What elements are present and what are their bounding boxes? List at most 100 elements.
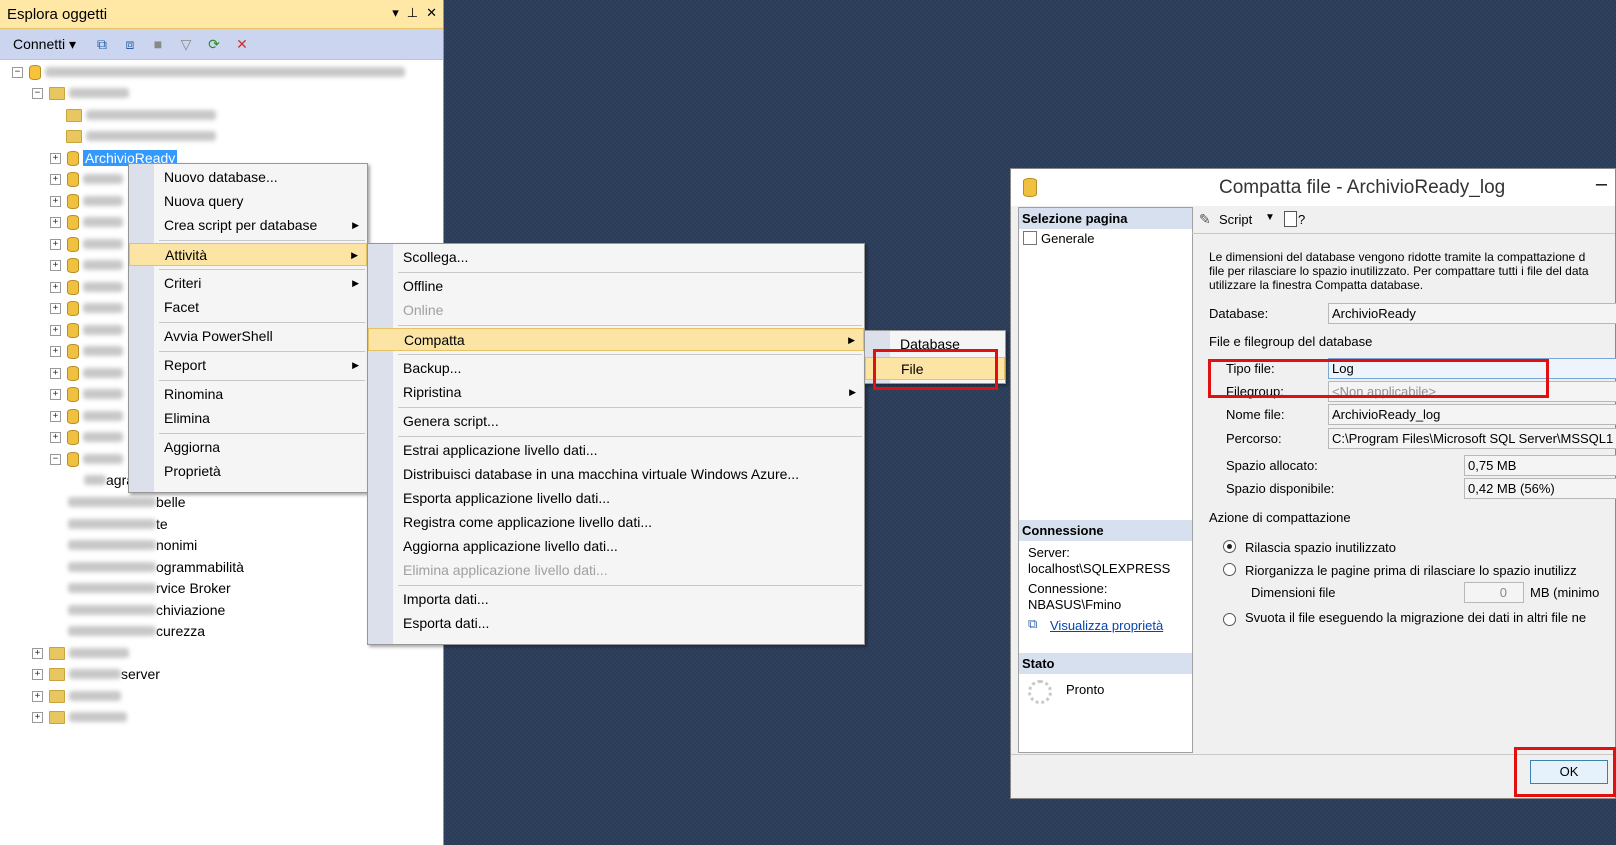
menu-facets[interactable]: Facet bbox=[129, 296, 367, 319]
tree-server-node[interactable]: − bbox=[12, 62, 405, 82]
tree-programmability-label: ogrammabilità bbox=[156, 559, 244, 575]
menu-separator bbox=[159, 351, 365, 352]
menu-rename[interactable]: Rinomina bbox=[129, 383, 367, 406]
menu-shrink[interactable]: Compatta ▶ bbox=[368, 328, 864, 351]
menu-backup[interactable]: Backup... bbox=[368, 357, 864, 380]
menu-restore[interactable]: Ripristina ▶ bbox=[368, 381, 864, 404]
pin-icon[interactable]: ⊥ bbox=[407, 5, 418, 21]
menu-script-database[interactable]: Crea script per database ▶ bbox=[129, 214, 367, 237]
menu-policies[interactable]: Criteri ▶ bbox=[129, 272, 367, 295]
tree-management-root[interactable]: + bbox=[32, 707, 127, 727]
tree-security-label: curezza bbox=[156, 623, 206, 639]
file-name-select[interactable]: ArchivioReady_log bbox=[1328, 404, 1616, 425]
path-field[interactable]: C:\Program Files\Microsoft SQL Server\MS… bbox=[1328, 428, 1616, 449]
menu-separator bbox=[398, 325, 862, 326]
script-icon: ✎ bbox=[1199, 211, 1211, 227]
menu-delete[interactable]: Elimina bbox=[129, 407, 367, 430]
close-icon[interactable]: ✕ bbox=[426, 5, 437, 21]
tree-security-node[interactable]: curezza bbox=[68, 621, 205, 641]
tree-security-root[interactable]: + bbox=[32, 643, 129, 663]
menu-properties[interactable]: Proprietà bbox=[129, 460, 367, 483]
database-icon bbox=[67, 279, 79, 295]
disconnect-icon[interactable]: ⧈ bbox=[121, 35, 139, 53]
menu-tasks[interactable]: Attività ▶ bbox=[129, 243, 367, 266]
tree-replication-root[interactable]: + bbox=[32, 686, 121, 706]
menu-start-powershell[interactable]: Avvia PowerShell bbox=[129, 325, 367, 348]
tree-db-node[interactable]: + bbox=[50, 277, 123, 297]
script-button[interactable]: Script bbox=[1219, 212, 1252, 227]
tree-db-node[interactable]: + bbox=[50, 341, 123, 361]
script-dropdown-icon[interactable]: ▼ bbox=[1265, 212, 1275, 223]
menu-deploy-azure[interactable]: Distribuisci database in una macchina vi… bbox=[368, 463, 864, 486]
tree-programmability-node[interactable]: ogrammabilità bbox=[68, 557, 244, 577]
tree-db-node[interactable]: + bbox=[50, 212, 123, 232]
tree-db-node[interactable]: + bbox=[50, 363, 123, 383]
tree-db-node[interactable]: + bbox=[50, 169, 123, 189]
tree-db-node[interactable]: + bbox=[50, 320, 123, 340]
allocated-field: 0,75 MB bbox=[1464, 455, 1616, 476]
file-size-stepper[interactable]: 0 bbox=[1464, 582, 1524, 603]
expand-icon[interactable]: + bbox=[50, 152, 61, 164]
menu-new-database[interactable]: Nuovo database... bbox=[129, 166, 367, 189]
tree-db-node[interactable]: + bbox=[50, 191, 123, 211]
tree-databases-node[interactable]: − bbox=[32, 83, 129, 103]
tree-system-db-node[interactable] bbox=[66, 105, 216, 125]
menu-reports[interactable]: Report ▶ bbox=[129, 354, 367, 377]
release-unused-radio[interactable] bbox=[1223, 540, 1236, 553]
view-properties-link[interactable]: Visualizza proprietà bbox=[1050, 618, 1163, 633]
tree-views-node[interactable]: te bbox=[68, 514, 168, 534]
menu-export-dac[interactable]: Esporta applicazione livello dati... bbox=[368, 487, 864, 510]
menu-refresh[interactable]: Aggiorna bbox=[129, 436, 367, 459]
tree-synonyms-node[interactable]: nonimi bbox=[68, 535, 197, 555]
tree-service-broker-node[interactable]: rvice Broker bbox=[68, 578, 231, 598]
minimize-button[interactable]: – bbox=[1596, 173, 1607, 196]
tree-snapshot-node[interactable] bbox=[66, 126, 216, 146]
tree-db-node[interactable]: + bbox=[50, 255, 123, 275]
dropdown-icon[interactable]: ▾ bbox=[392, 5, 399, 21]
tree-server-objects-root[interactable]: + server bbox=[32, 664, 160, 684]
menu-detach[interactable]: Scollega... bbox=[368, 246, 864, 269]
properties-icon: ⧉ bbox=[1028, 616, 1038, 631]
filter-icon[interactable]: ▽ bbox=[177, 35, 195, 53]
database-icon bbox=[67, 429, 79, 445]
database-icon bbox=[67, 365, 79, 381]
menu-separator bbox=[159, 380, 365, 381]
connect-button[interactable]: Connetti ▾ bbox=[13, 36, 76, 53]
menu-delete-dac[interactable]: Elimina applicazione livello dati... bbox=[368, 559, 864, 582]
tree-tables-node[interactable]: belle bbox=[68, 492, 186, 512]
progress-icon bbox=[1028, 680, 1052, 704]
connect-object-explorer-icon[interactable]: ⧉ bbox=[93, 35, 111, 53]
server-label: Server: bbox=[1028, 545, 1070, 560]
reorganize-radio[interactable] bbox=[1223, 563, 1236, 576]
tree-db-node[interactable]: + bbox=[50, 384, 123, 404]
folder-icon bbox=[49, 646, 65, 660]
tree-storage-node[interactable]: chiviazione bbox=[68, 600, 225, 620]
menu-online[interactable]: Online bbox=[368, 299, 864, 322]
tree-db-node[interactable]: + bbox=[50, 234, 123, 254]
empty-file-radio[interactable] bbox=[1223, 613, 1236, 626]
tasks-submenu: Scollega... Offline Online Compatta ▶ Bac… bbox=[367, 243, 865, 645]
tree-db-node[interactable]: + bbox=[50, 406, 123, 426]
database-field[interactable]: ArchivioReady bbox=[1328, 303, 1616, 324]
tree-db-node-expanded[interactable]: − bbox=[50, 449, 123, 469]
highlight-file-type bbox=[1208, 359, 1549, 398]
menu-upgrade-dac[interactable]: Aggiorna applicazione livello dati... bbox=[368, 535, 864, 558]
server-value: localhost\SQLEXPRESS bbox=[1028, 561, 1171, 576]
tree-service-broker-label: rvice Broker bbox=[156, 580, 231, 596]
menu-offline[interactable]: Offline bbox=[368, 275, 864, 298]
menu-export-data[interactable]: Esporta dati... bbox=[368, 612, 864, 635]
refresh-icon[interactable]: ⟳ bbox=[205, 35, 223, 53]
stop-icon[interactable]: ■ bbox=[149, 35, 167, 53]
menu-extract-dac[interactable]: Estrai applicazione livello dati... bbox=[368, 439, 864, 462]
activity-monitor-icon[interactable]: ✕ bbox=[233, 35, 251, 53]
collapse-icon[interactable]: − bbox=[12, 66, 23, 78]
menu-register-dac[interactable]: Registra come applicazione livello dati.… bbox=[368, 511, 864, 534]
menu-import-data[interactable]: Importa dati... bbox=[368, 588, 864, 611]
menu-generate-scripts[interactable]: Genera script... bbox=[368, 410, 864, 433]
tree-db-node[interactable]: + bbox=[50, 298, 123, 318]
menu-new-query[interactable]: Nuova query bbox=[129, 190, 367, 213]
tree-db-node[interactable]: + bbox=[50, 427, 123, 447]
help-button[interactable]: ? bbox=[1298, 212, 1305, 227]
page-general[interactable]: Generale bbox=[1023, 231, 1094, 246]
collapse-icon[interactable]: − bbox=[32, 87, 43, 99]
